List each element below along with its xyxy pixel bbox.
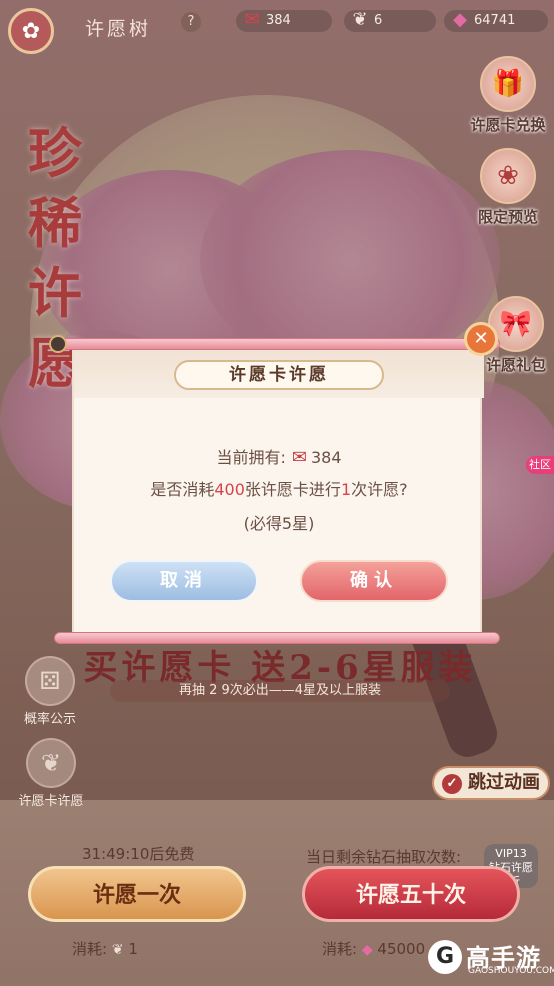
free-timer: 31:49:10后免费 [82, 845, 195, 863]
dialog-body: 许愿卡许愿 当前拥有: ✉ 384 是否消耗400张许愿卡进行1次许愿? (必得5星… [72, 350, 484, 632]
cost-value: 1 [128, 940, 138, 958]
diamond-icon: ◆ [453, 9, 467, 30]
wish-fifty-button[interactable]: 许愿五十次 [302, 866, 520, 922]
skip-animation-toggle[interactable]: ✓ 跳过动画 [432, 766, 550, 800]
close-icon: ✕ [473, 328, 489, 349]
owned-label: 当前拥有: [216, 448, 286, 467]
cost-label: 消耗: [72, 940, 108, 958]
single-cost: 消耗: ❦ 1 [72, 938, 138, 959]
limited-preview-button[interactable]: ❀ 限定预览 [462, 148, 554, 227]
community-tab[interactable]: 社区 [526, 456, 554, 474]
skip-animation-label: 跳过动画 [468, 772, 540, 793]
wish-confirm-dialog: 许愿卡许愿 当前拥有: ✉ 384 是否消耗400张许愿卡进行1次许愿? (必得5星… [49, 322, 500, 650]
fan-icon: ❀ [480, 148, 536, 204]
wish-card-wish-button[interactable]: ❦ 许愿卡许愿 [4, 738, 98, 809]
dice-icon: ⚄ [25, 656, 75, 706]
owned-line: 当前拥有: ✉ 384 [74, 444, 484, 468]
help-button[interactable]: ? [181, 12, 201, 32]
left-label: 许愿卡许愿 [18, 794, 84, 809]
guarantee-text: (必得5星) [243, 514, 315, 533]
fan-icon: ✿ [21, 18, 41, 44]
gift-box-icon: 🎁 [480, 56, 536, 112]
cost-value: 45000 [377, 940, 426, 958]
confirm-question: 是否消耗400张许愿卡进行1次许愿? [74, 476, 484, 500]
feather-icon: ❦ [111, 942, 124, 958]
title-char: 稀 [28, 191, 82, 255]
question-count: 1 [340, 480, 352, 499]
side-label: 限定预览 [477, 208, 538, 226]
title-char: 珍 [28, 121, 82, 185]
question-amount: 400 [214, 480, 245, 499]
checkmark-icon: ✓ [442, 774, 462, 794]
left-label: 概率公示 [23, 712, 76, 727]
title-char: 许 [28, 261, 82, 325]
feather-icon: ❦ [352, 9, 368, 30]
diamond-counter: ◆ 64741 [444, 9, 548, 32]
side-label: 许愿卡兑换 [470, 116, 546, 134]
dialog-title: 许愿卡许愿 [174, 360, 384, 390]
question-prefix: 是否消耗 [150, 480, 215, 499]
diamond-count: 64741 [474, 13, 516, 28]
back-button[interactable]: ✿ [8, 8, 54, 54]
wish-card-exchange-button[interactable]: 🎁 许愿卡兑换 [462, 56, 554, 135]
feather-count: 6 [374, 13, 383, 28]
watermark: G 高手游 GAOSHOUYOU.COM [428, 938, 554, 980]
fifty-cost: 消耗: ◆ 45000 [322, 938, 425, 959]
gaoshouyou-logo-icon: G [428, 940, 462, 974]
feather-counter: ❦ 6 [344, 9, 436, 32]
question-mid: 张许愿卡进行 [244, 480, 341, 499]
pity-counter-text: 再抽 2 9次必出——4星及以上服装 [110, 680, 450, 702]
close-dialog-button[interactable]: ✕ [464, 322, 498, 356]
wish-card-counter: ✉ 384 [236, 9, 332, 32]
confirm-button[interactable]: 确认 [300, 560, 448, 602]
scroll-rod-top [49, 335, 500, 353]
dialog-header: 许愿卡许愿 [74, 350, 484, 398]
diamond-draws-remaining: 当日剩余钻石抽取次数: [306, 848, 462, 866]
top-bar: ✿ 许愿树 ? ✉ 384 ❦ 6 ◆ 64741 [0, 0, 554, 54]
diamond-icon: ◆ [361, 942, 373, 958]
watermark-url: GAOSHOUYOU.COM [468, 966, 554, 976]
wish-card-icon: ✉ [244, 9, 260, 30]
rod-knob [49, 335, 67, 353]
question-suffix: 次许愿? [351, 480, 408, 499]
wish-card-count: 384 [266, 13, 291, 28]
scroll-rod-bottom [54, 632, 500, 644]
page-title: 许愿树 [85, 18, 152, 40]
tree-icon: ❦ [26, 738, 76, 788]
cancel-button[interactable]: 取消 [110, 560, 258, 602]
cost-label: 消耗: [322, 940, 358, 958]
wish-card-icon: ✉ [291, 447, 307, 468]
wish-once-button[interactable]: 许愿一次 [28, 866, 246, 922]
owned-value: 384 [310, 448, 342, 467]
